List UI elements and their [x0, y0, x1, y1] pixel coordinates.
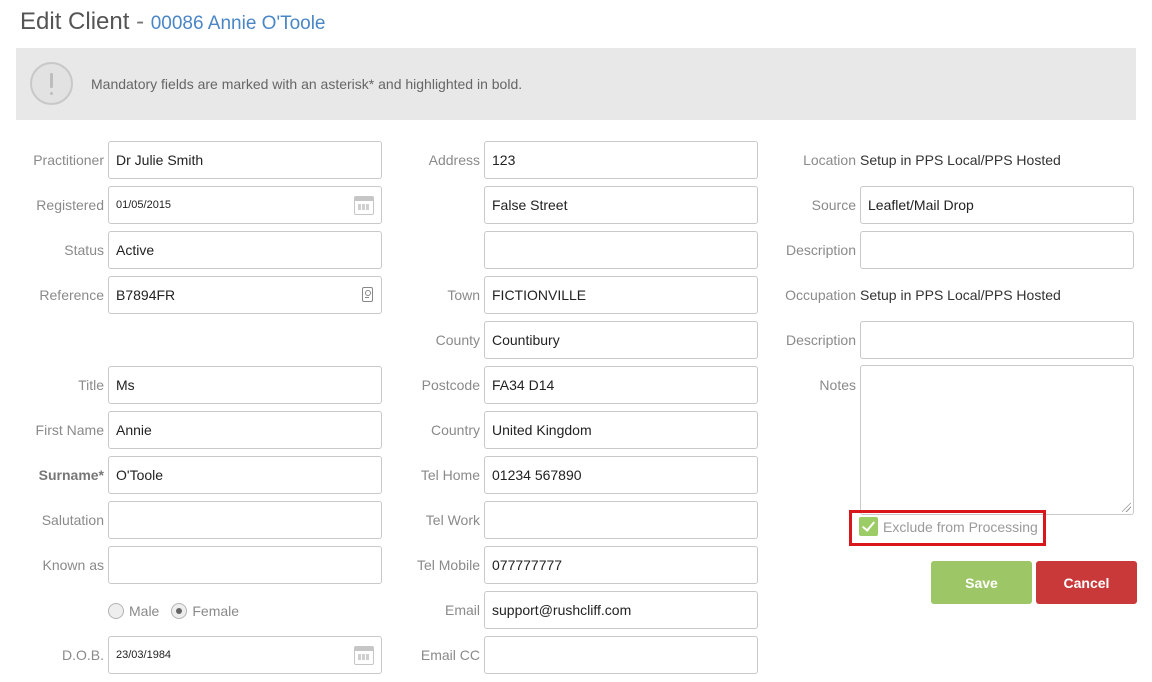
tel-home-label: Tel Home [420, 467, 480, 483]
address-line2-field[interactable]: False Street [484, 186, 758, 224]
email-field[interactable]: support@rushcliff.com [484, 591, 758, 629]
occupation-description-label: Description [785, 332, 856, 348]
cancel-button[interactable]: Cancel [1036, 561, 1137, 604]
surname-value: O'Toole [116, 467, 164, 483]
gender-male-label: Male [129, 603, 160, 619]
tel-mobile-field[interactable]: 077777777 [484, 546, 758, 584]
town-label: Town [447, 287, 480, 303]
first-name-label: First Name [35, 422, 104, 438]
location-label: Location [803, 152, 856, 168]
town-value: FICTIONVILLE [492, 287, 587, 303]
surname-label: Surname* [38, 467, 104, 483]
gender-female-radio[interactable]: Female [171, 603, 239, 619]
radio-checked-icon [171, 603, 188, 619]
resize-handle-icon[interactable] [1122, 503, 1131, 512]
country-field[interactable]: United Kingdom [484, 411, 758, 449]
notice-text: Mandatory fields are marked with an aste… [91, 76, 523, 92]
email-value: support@rushcliff.com [492, 602, 632, 618]
source-field[interactable]: Leaflet/Mail Drop [860, 186, 1134, 224]
occupation-label: Occupation [785, 287, 856, 303]
status-field[interactable]: Active [108, 231, 382, 269]
source-description-field[interactable] [860, 231, 1134, 269]
contact-card-icon[interactable] [362, 287, 373, 302]
tel-home-field[interactable]: 01234 567890 [484, 456, 758, 494]
gender-female-label: Female [192, 603, 240, 619]
town-field[interactable]: FICTIONVILLE [484, 276, 758, 314]
status-value: Active [116, 242, 155, 258]
tel-mobile-label: Tel Mobile [416, 557, 480, 573]
checkmark-icon[interactable] [859, 517, 878, 536]
exclude-label: Exclude from Processing [883, 518, 1038, 535]
notes-label: Notes [819, 377, 856, 393]
radio-unchecked-icon [108, 603, 124, 619]
country-value: United Kingdom [492, 422, 592, 438]
practitioner-value: Dr Julie Smith [116, 152, 204, 168]
email-label: Email [444, 602, 480, 618]
source-value: Leaflet/Mail Drop [868, 197, 974, 213]
reference-field[interactable]: B7894FR [108, 276, 382, 314]
county-label: County [435, 332, 480, 348]
surname-field[interactable]: O'Toole [108, 456, 382, 494]
registered-label: Registered [36, 197, 104, 213]
first-name-field[interactable]: Annie [108, 411, 382, 449]
tel-work-label: Tel Work [425, 512, 480, 528]
tel-home-value: 01234 567890 [492, 467, 582, 483]
county-value: Countibury [492, 332, 560, 348]
page-title: Edit Client - 00086 Annie O'Toole [20, 8, 326, 36]
exclamation-icon [30, 62, 73, 105]
source-description-label: Description [785, 242, 856, 258]
exclude-from-processing-checkbox[interactable]: Exclude from Processing [859, 517, 1038, 536]
tel-work-field[interactable] [484, 501, 758, 539]
dob-label: D.O.B. [61, 647, 104, 663]
gender-male-radio[interactable]: Male [108, 603, 159, 619]
title-field[interactable]: Ms [108, 366, 382, 404]
occupation-description-field[interactable] [860, 321, 1134, 359]
title-separator: - [136, 8, 145, 35]
save-button[interactable]: Save [931, 561, 1032, 604]
salutation-label: Salutation [41, 512, 104, 528]
notes-textarea[interactable] [860, 365, 1134, 515]
calendar-icon[interactable] [354, 196, 374, 215]
reference-value: B7894FR [116, 287, 176, 303]
mandatory-notice: Mandatory fields are marked with an aste… [16, 48, 1136, 120]
postcode-label: Postcode [421, 377, 480, 393]
address-line2-value: False Street [492, 197, 568, 213]
postcode-field[interactable]: FA34 D14 [484, 366, 758, 404]
address-line1-field[interactable]: 123 [484, 141, 758, 179]
occupation-value: Setup in PPS Local/PPS Hosted [860, 287, 1061, 303]
page-title-text: Edit Client [20, 8, 130, 35]
location-value: Setup in PPS Local/PPS Hosted [860, 152, 1061, 168]
dob-value: 23/03/1984 [116, 649, 172, 661]
reference-label: Reference [39, 287, 104, 303]
practitioner-field[interactable]: Dr Julie Smith [108, 141, 382, 179]
country-label: Country [430, 422, 480, 438]
gender-radio-group: Male Female [108, 603, 251, 619]
calendar-icon[interactable] [354, 646, 374, 665]
first-name-value: Annie [116, 422, 152, 438]
address-label: Address [428, 152, 480, 168]
county-field[interactable]: Countibury [484, 321, 758, 359]
tel-mobile-value: 077777777 [492, 557, 563, 573]
dob-date-field[interactable]: 23/03/1984 [108, 636, 382, 674]
title-label: Title [78, 377, 104, 393]
postcode-value: FA34 D14 [492, 377, 555, 393]
registered-date-field[interactable]: 01/05/2015 [108, 186, 382, 224]
email-cc-field[interactable] [484, 636, 758, 674]
title-value: Ms [116, 377, 135, 393]
client-name: 00086 Annie O'Toole [150, 13, 326, 34]
email-cc-label: Email CC [420, 647, 480, 663]
known-as-label: Known as [42, 557, 104, 573]
salutation-field[interactable] [108, 501, 382, 539]
address-line1-value: 123 [492, 152, 516, 168]
known-as-field[interactable] [108, 546, 382, 584]
source-label: Source [811, 197, 856, 213]
registered-value: 01/05/2015 [116, 199, 172, 211]
status-label: Status [64, 242, 104, 258]
address-line3-field[interactable] [484, 231, 758, 269]
practitioner-label: Practitioner [33, 152, 104, 168]
